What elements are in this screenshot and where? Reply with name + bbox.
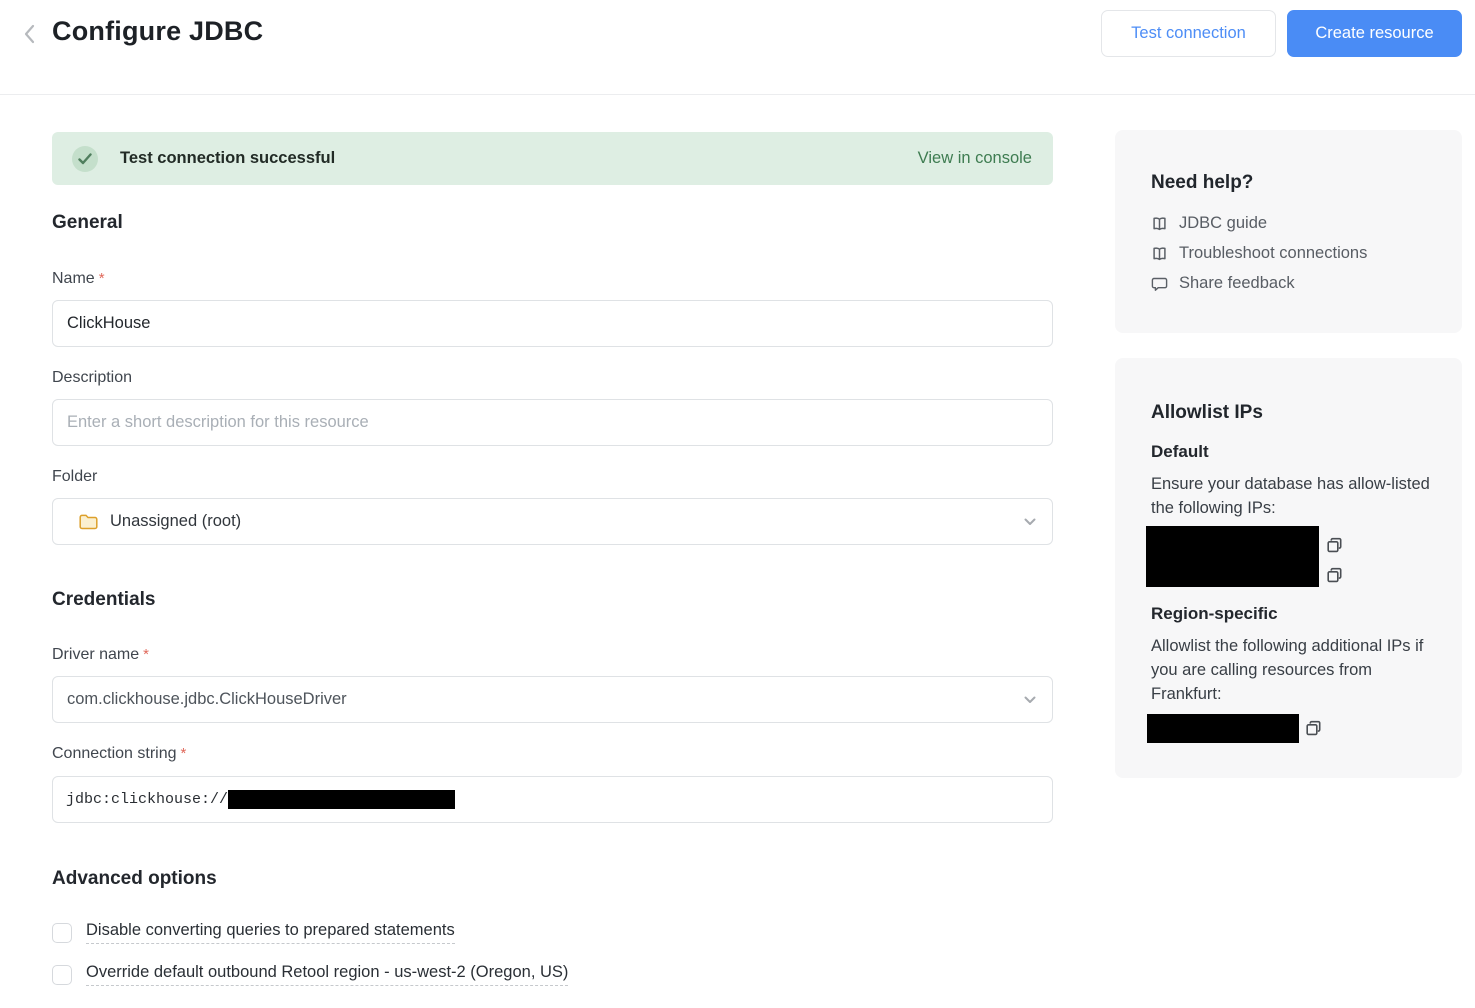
page-title: Configure JDBC [52,16,263,47]
connection-string-value: jdbc:clickhouse:// [66,791,228,808]
name-input[interactable] [52,300,1053,347]
chevron-down-icon [1024,696,1036,704]
description-label: Description [52,369,132,387]
jdbc-guide-link[interactable]: JDBC guide [1151,214,1267,233]
check-circle-icon [72,146,98,172]
create-resource-button[interactable]: Create resource [1287,10,1462,57]
chevron-left-icon [24,24,35,44]
copy-ip-button[interactable] [1326,567,1343,584]
help-link-label: JDBC guide [1179,214,1267,233]
credentials-heading: Credentials [52,589,155,611]
required-asterisk: * [99,270,105,287]
driver-name-label: Driver name* [52,646,149,664]
copy-icon [1305,720,1322,737]
chat-bubble-icon [1151,276,1168,292]
override-region-checkbox[interactable] [52,965,72,985]
override-region-label[interactable]: Override default outbound Retool region … [86,963,568,986]
name-label: Name* [52,270,105,288]
advanced-options-heading: Advanced options [52,868,217,890]
page-header: Configure JDBC Test connection Create re… [0,0,1475,95]
folder-select-value: Unassigned (root) [110,512,241,531]
redacted-connection-string [228,790,455,809]
need-help-panel: Need help? JDBC guide Troubleshoot conne… [1115,130,1462,333]
view-in-console-link[interactable]: View in console [918,149,1032,168]
description-input[interactable] [52,399,1053,446]
connection-string-label: Connection string* [52,745,186,763]
book-icon [1151,216,1168,232]
driver-name-value: com.clickhouse.jdbc.ClickHouseDriver [67,690,347,709]
troubleshoot-connections-link[interactable]: Troubleshoot connections [1151,244,1367,263]
back-button[interactable] [18,22,40,46]
required-asterisk: * [181,745,187,762]
copy-ip-button[interactable] [1305,720,1322,737]
connection-string-input[interactable]: jdbc:clickhouse:// [52,776,1053,823]
allowlist-default-heading: Default [1151,442,1209,462]
allowlist-region-heading: Region-specific [1151,604,1278,624]
advanced-option-row: Disable converting queries to prepared s… [52,921,1053,944]
test-connection-button[interactable]: Test connection [1101,10,1276,57]
copy-icon [1326,567,1343,584]
advanced-option-row: Override default outbound Retool region … [52,963,1053,986]
redacted-ip-block [1147,714,1299,743]
copy-ip-button[interactable] [1326,537,1343,554]
chevron-down-icon [1024,518,1036,526]
folder-icon [79,514,98,530]
redacted-ip-block [1146,526,1319,587]
general-heading: General [52,212,123,234]
need-help-heading: Need help? [1151,172,1253,194]
configure-jdbc-page: Configure JDBC Test connection Create re… [0,0,1475,1008]
prepared-statements-checkbox[interactable] [52,923,72,943]
test-connection-success-banner: Test connection successful View in conso… [52,132,1053,185]
book-icon [1151,246,1168,262]
allowlist-default-text: Ensure your database has allow-listed th… [1151,472,1436,520]
folder-select[interactable]: Unassigned (root) [52,498,1053,545]
allowlist-region-text: Allowlist the following additional IPs i… [1151,634,1436,706]
folder-label: Folder [52,468,97,486]
prepared-statements-label[interactable]: Disable converting queries to prepared s… [86,921,455,944]
required-asterisk: * [143,646,149,663]
help-link-label: Troubleshoot connections [1179,244,1367,263]
allowlist-ips-panel: Allowlist IPs Default Ensure your databa… [1115,358,1462,778]
help-link-label: Share feedback [1179,274,1295,293]
copy-icon [1326,537,1343,554]
driver-name-select[interactable]: com.clickhouse.jdbc.ClickHouseDriver [52,676,1053,723]
banner-message: Test connection successful [120,149,335,168]
share-feedback-link[interactable]: Share feedback [1151,274,1295,293]
allowlist-heading: Allowlist IPs [1151,402,1263,424]
